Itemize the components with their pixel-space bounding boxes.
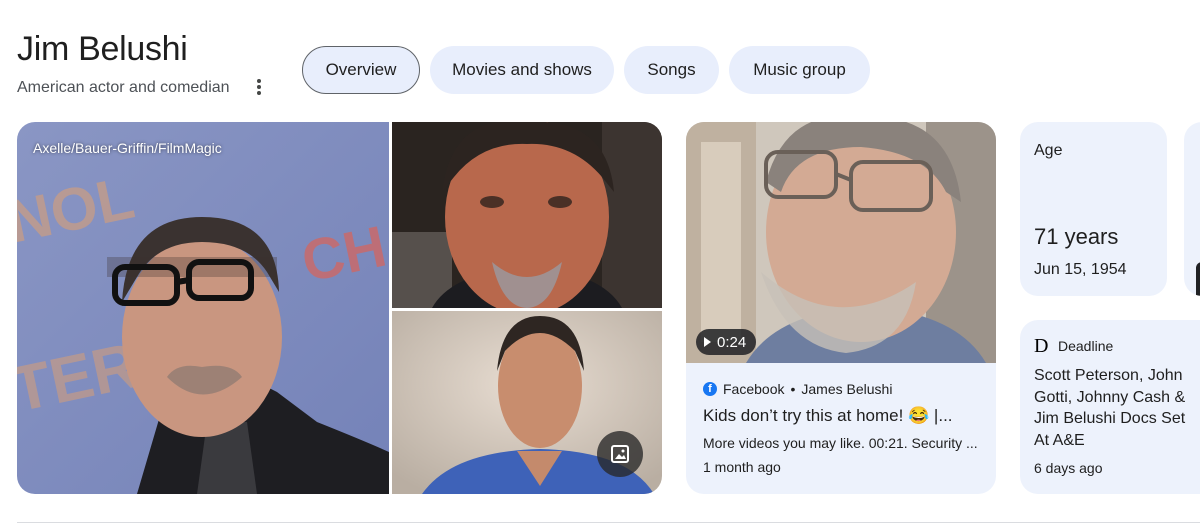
tab-overview[interactable]: Overview: [302, 46, 420, 94]
entity-description: American actor and comedian: [17, 79, 230, 96]
video-thumbnail[interactable]: 0:24: [686, 122, 996, 363]
video-source-name: Facebook: [723, 381, 785, 397]
news-title[interactable]: Scott Peterson, John Gotti, Johnny Cash …: [1034, 365, 1200, 451]
video-description: More videos you may like. 00:21. Securit…: [703, 435, 978, 451]
video-duration: 0:24: [717, 333, 747, 351]
news-time: 6 days ago: [1034, 460, 1103, 476]
video-source: f Facebook • James Belushi: [703, 381, 892, 397]
more-options-icon[interactable]: [250, 76, 266, 98]
photo-credit: Axelle/Bauer-Griffin/FilmMagic: [33, 140, 222, 156]
age-label: Age: [1034, 142, 1063, 159]
main-photo[interactable]: NOL CH TER Axelle/Bauer-Griffin/FilmMagi…: [17, 122, 389, 494]
photo-closeup[interactable]: [392, 122, 662, 308]
tab-songs[interactable]: Songs: [624, 46, 719, 94]
news-card[interactable]: D Deadline Scott Peterson, John Gotti, J…: [1020, 320, 1200, 494]
video-title[interactable]: Kids don’t try this at home! 😂 |...: [703, 406, 953, 426]
video-duration-badge: 0:24: [696, 329, 757, 355]
video-card[interactable]: 0:24 f Facebook • James Belushi Kids don…: [686, 122, 996, 494]
photo-portrait[interactable]: [392, 311, 662, 494]
birth-date: Jun 15, 1954: [1034, 261, 1127, 278]
facebook-icon: f: [703, 382, 717, 396]
tab-movies-and-shows[interactable]: Movies and shows: [430, 46, 614, 94]
video-author: James Belushi: [801, 381, 893, 397]
age-value: 71 years: [1034, 224, 1119, 249]
partial-card[interactable]: [1184, 122, 1200, 296]
age-card[interactable]: Age 71 years Jun 15, 1954: [1020, 122, 1167, 296]
tab-music-group[interactable]: Music group: [729, 46, 870, 94]
news-source: Deadline: [1058, 338, 1114, 354]
play-icon: [704, 337, 711, 347]
video-source-separator: •: [790, 381, 796, 397]
deadline-logo: D: [1034, 335, 1049, 357]
partial-card-thumbnail: [1196, 262, 1200, 296]
video-time: 1 month ago: [703, 459, 781, 475]
section-divider: [17, 522, 1200, 523]
entity-title: Jim Belushi: [17, 30, 188, 68]
image-icon[interactable]: [597, 431, 643, 477]
